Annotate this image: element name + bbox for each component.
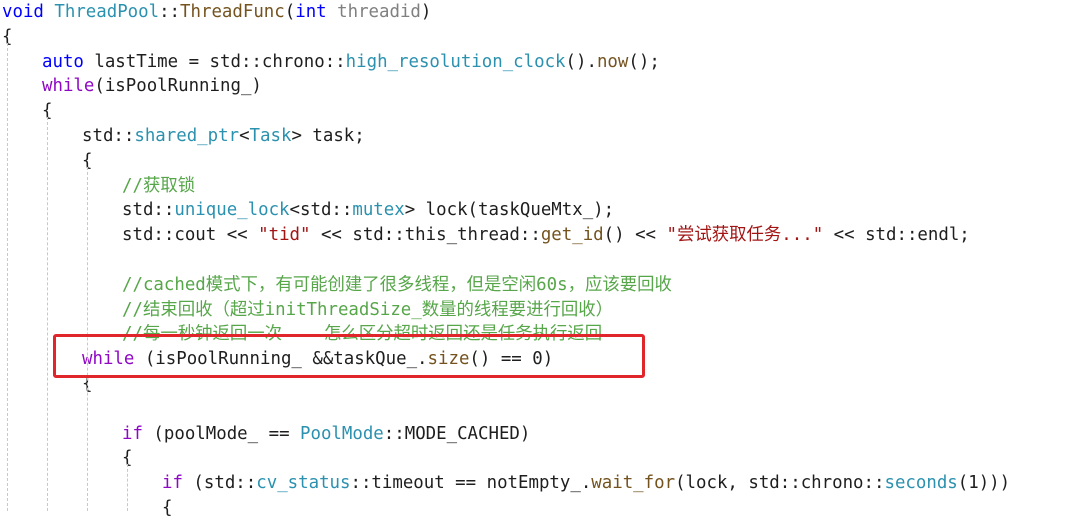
code-token: unique_lock	[174, 200, 290, 221]
code-token: std::	[82, 126, 135, 146]
highlight-box	[53, 334, 645, 378]
code-line[interactable]: //结束回收（超过initThreadSize_数量的线程要进行回收）	[122, 298, 613, 323]
code-token: (	[284, 2, 296, 22]
code-token: ().	[565, 51, 597, 72]
code-token: get_id	[540, 225, 604, 246]
code-token: <std::	[289, 200, 353, 221]
code-token: std::	[122, 200, 175, 221]
code-token: ::timeout == notEmpty_.	[350, 473, 592, 494]
code-line[interactable]: std::cout << "tid" << std::this_thread::…	[122, 223, 970, 248]
code-token: ThreadPool	[54, 2, 160, 22]
code-token: void	[2, 2, 44, 22]
code-token: lastTime = std::chrono::	[83, 51, 346, 72]
code-token: (isPoolRunning_)	[94, 76, 262, 97]
code-token: if	[122, 423, 143, 444]
code-token: > task;	[291, 126, 365, 146]
code-line[interactable]: //获取锁	[122, 174, 195, 199]
code-line[interactable]: {	[162, 496, 172, 521]
code-token: auto	[42, 51, 84, 72]
code-line[interactable]: //cached模式下，有可能创建了很多线程，但是空闲60s，应该要回收	[122, 273, 672, 298]
code-token: while	[42, 76, 95, 97]
code-line[interactable]: while(isPoolRunning_)	[42, 74, 262, 99]
indent-guide	[127, 464, 128, 511]
code-token: if	[162, 473, 183, 494]
code-token: seconds	[884, 473, 958, 494]
code-token: shared_ptr	[134, 126, 240, 146]
code-token: () <<	[603, 225, 667, 246]
code-token: {	[162, 498, 173, 518]
code-token: now	[596, 51, 629, 72]
code-token: <	[239, 126, 250, 146]
code-token: mutex	[352, 200, 405, 221]
code-token: "尝试获取任务..."	[666, 225, 824, 246]
code-line[interactable]: void ThreadPool::ThreadFunc(int threadid…	[2, 0, 431, 25]
code-token: Task	[249, 126, 292, 146]
code-token: )	[420, 2, 432, 22]
code-token: //获取锁	[122, 175, 196, 196]
code-token: ThreadFunc	[180, 2, 285, 22]
code-token: high_resolution_clock	[345, 51, 566, 72]
code-token: (poolMode_ ==	[142, 423, 301, 444]
code-line[interactable]: auto lastTime = std::chrono::high_resolu…	[42, 50, 660, 75]
code-token: ::MODE_CACHED)	[383, 423, 531, 444]
code-token: ();	[628, 51, 660, 72]
code-token: ::	[159, 2, 181, 22]
code-token: (std::	[182, 473, 257, 494]
code-token: << std::endl;	[823, 225, 970, 246]
code-token: << std::this_thread::	[310, 225, 541, 246]
code-token: //cached模式下，有可能创建了很多线程，但是空闲60s，应该要回收	[122, 274, 672, 295]
code-token: > lock(taskQueMtx_);	[404, 200, 615, 221]
code-line[interactable]: if (poolMode_ == PoolMode::MODE_CACHED)	[122, 422, 530, 447]
code-token: //结束回收（超过initThreadSize_数量的线程要进行回收）	[122, 299, 614, 320]
code-line[interactable]: std::unique_lock<std::mutex> lock(taskQu…	[122, 198, 614, 223]
code-token: (lock, std::chrono::	[675, 473, 885, 494]
indent-guide	[47, 117, 48, 511]
code-line[interactable]: if (std::cv_status::timeout == notEmpty_…	[162, 471, 1010, 496]
code-token: int	[295, 2, 327, 22]
code-token: cv_status	[256, 473, 351, 494]
code-token: PoolMode	[300, 423, 384, 444]
code-token: wait_for	[591, 473, 676, 494]
indent-guide	[7, 42, 8, 511]
code-token: std::cout <<	[122, 225, 259, 246]
code-editor[interactable]: void ThreadPool::ThreadFunc(int threadid…	[0, 0, 1081, 518]
code-token: threadid	[337, 2, 421, 22]
code-token: "tid"	[258, 225, 311, 246]
code-token: (1)))	[957, 473, 1011, 494]
code-line[interactable]: std::shared_ptr<Task> task;	[82, 124, 365, 149]
